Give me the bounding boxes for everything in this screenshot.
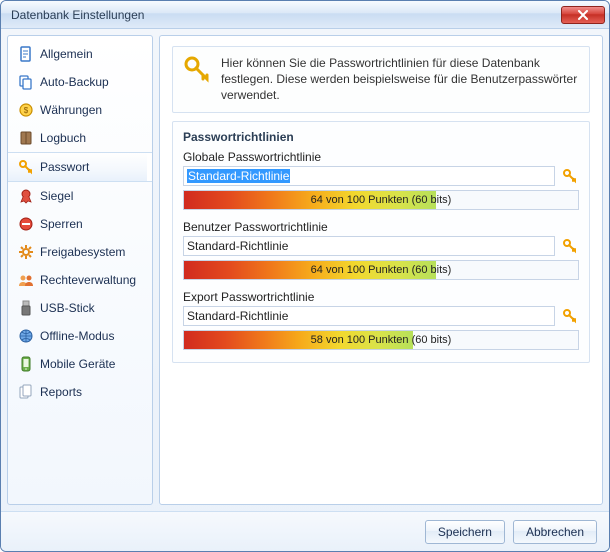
sidebar-item-reports[interactable]: Reports [8, 378, 152, 406]
section-title: Passwortrichtlinien [183, 130, 579, 144]
policy-input-value: Standard-Richtlinie [187, 169, 290, 183]
strength-bar: 64 von 100 Punkten (60 bits) [183, 190, 579, 210]
sidebar-item-label: Offline-Modus [40, 329, 142, 343]
sidebar-item-label: Siegel [40, 189, 142, 203]
sidebar-item-label: USB-Stick [40, 301, 142, 315]
sidebar-item-label: Logbuch [40, 131, 142, 145]
usb-icon [18, 300, 34, 316]
policy-input[interactable]: Standard-Richtlinie [183, 166, 555, 186]
policy-row: Standard-Richtlinie [183, 166, 579, 186]
policy-label: Export Passwortrichtlinie [183, 290, 579, 304]
policy-label: Benutzer Passwortrichtlinie [183, 220, 579, 234]
policy-key-button[interactable] [561, 307, 579, 325]
policy-input[interactable] [183, 236, 555, 256]
sidebar-item-usb-stick[interactable]: USB-Stick [8, 294, 152, 322]
window-title: Datenbank Einstellungen [11, 8, 561, 22]
policy-row [183, 306, 579, 326]
sidebar-item-offline-modus[interactable]: Offline-Modus [8, 322, 152, 350]
save-button[interactable]: Speichern [425, 520, 505, 544]
sidebar-item-passwort[interactable]: Passwort [8, 152, 152, 182]
sidebar-item-label: Währungen [40, 103, 142, 117]
phone-icon [18, 356, 34, 372]
close-icon [577, 10, 589, 20]
strength-label: 58 von 100 Punkten (60 bits) [311, 334, 452, 346]
sidebar-item-label: Freigabesystem [40, 245, 142, 259]
sidebar-item-siegel[interactable]: Siegel [8, 182, 152, 210]
key-icon [183, 55, 211, 83]
minus-icon [18, 216, 34, 232]
sidebar-item-rechteverwaltung[interactable]: Rechteverwaltung [8, 266, 152, 294]
info-box: Hier können Sie die Passwortrichtlinien … [172, 46, 590, 113]
dialog-footer: Speichern Abbrechen [1, 511, 609, 551]
sidebar-item-label: Rechteverwaltung [40, 273, 142, 287]
strength-bar: 64 von 100 Punkten (60 bits) [183, 260, 579, 280]
strength-label: 64 von 100 Punkten (60 bits) [311, 264, 452, 276]
users-icon [18, 272, 34, 288]
sidebar-item-label: Mobile Geräte [40, 357, 142, 371]
key-icon [18, 159, 34, 175]
strength-label: 64 von 100 Punkten (60 bits) [311, 194, 452, 206]
policy-row [183, 236, 579, 256]
sidebar-item-label: Passwort [40, 160, 142, 174]
sidebar-item-sperren[interactable]: Sperren [8, 210, 152, 238]
sidebar-item-mobile-ger-te[interactable]: Mobile Geräte [8, 350, 152, 378]
policy-key-button[interactable] [561, 167, 579, 185]
sidebar: Allgemein Auto-Backup $ Währungen Logbuch Pas… [7, 35, 153, 505]
strength-bar: 58 von 100 Punkten (60 bits) [183, 330, 579, 350]
sidebar-item-label: Reports [40, 385, 142, 399]
book-icon [18, 130, 34, 146]
svg-text:$: $ [24, 106, 29, 115]
sidebar-item-freigabesystem[interactable]: Freigabesystem [8, 238, 152, 266]
copy-icon [18, 74, 34, 90]
sidebar-item-label: Sperren [40, 217, 142, 231]
cancel-button[interactable]: Abbrechen [513, 520, 597, 544]
dialog-body: Allgemein Auto-Backup $ Währungen Logbuch Pas… [1, 29, 609, 511]
docs-icon [18, 384, 34, 400]
policy-block: Export Passwortrichtlinie 58 von 100 Punk… [183, 290, 579, 350]
gear-icon [18, 244, 34, 260]
titlebar: Datenbank Einstellungen [1, 1, 609, 29]
policy-block: Benutzer Passwortrichtlinie 64 von 100 Pu… [183, 220, 579, 280]
policy-key-button[interactable] [561, 237, 579, 255]
doc-icon [18, 46, 34, 62]
policy-input[interactable] [183, 306, 555, 326]
close-button[interactable] [561, 6, 605, 24]
policy-section: Passwortrichtlinien Globale Passwortrich… [172, 121, 590, 363]
sidebar-item-auto-backup[interactable]: Auto-Backup [8, 68, 152, 96]
sidebar-item-logbuch[interactable]: Logbuch [8, 124, 152, 152]
policy-label: Globale Passwortrichtlinie [183, 150, 579, 164]
globe-icon [18, 328, 34, 344]
policy-block: Globale Passwortrichtlinie Standard-Richt… [183, 150, 579, 210]
sidebar-item-w-hrungen[interactable]: $ Währungen [8, 96, 152, 124]
info-text: Hier können Sie die Passwortrichtlinien … [221, 55, 579, 104]
sidebar-item-label: Auto-Backup [40, 75, 142, 89]
dialog-window: Datenbank Einstellungen Allgemein Auto-Ba… [0, 0, 610, 552]
main-panel: Hier können Sie die Passwortrichtlinien … [159, 35, 603, 505]
sidebar-item-allgemein[interactable]: Allgemein [8, 40, 152, 68]
coin-icon: $ [18, 102, 34, 118]
ribbon-icon [18, 188, 34, 204]
sidebar-item-label: Allgemein [40, 47, 142, 61]
